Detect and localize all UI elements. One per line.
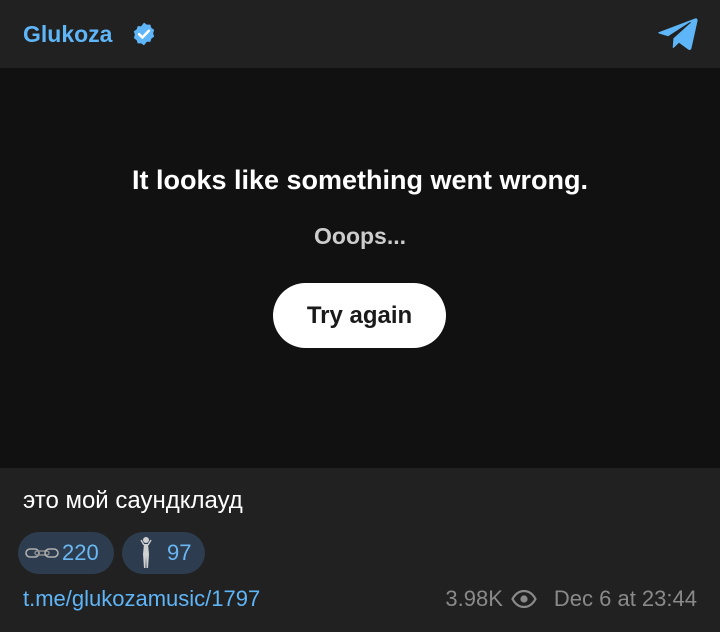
reaction-figure[interactable]: 97: [122, 532, 205, 574]
chain-emoji-icon: [25, 548, 59, 558]
eye-icon: [511, 590, 537, 608]
verified-badge-icon: [133, 22, 155, 46]
figure-emoji-icon: [140, 537, 152, 568]
post-header: Glukoza: [0, 0, 720, 68]
error-subtitle: Ooops...: [314, 223, 406, 249]
post-meta: 3.98K Dec 6 at 23:44: [445, 586, 697, 612]
embedded-player: [0, 68, 720, 468]
reaction-chain[interactable]: 220: [18, 532, 114, 574]
reaction-count: 220: [62, 540, 99, 565]
view-count: 3.98K: [445, 586, 503, 611]
error-title: It looks like something went wrong.: [131, 165, 589, 195]
channel-name[interactable]: Glukoza: [23, 20, 112, 48]
post-date: Dec 6 at 23:44: [553, 586, 697, 611]
post-link[interactable]: t.me/glukozamusic/1797: [23, 586, 260, 612]
reaction-count: 97: [167, 540, 192, 565]
telegram-plane-icon[interactable]: [656, 16, 698, 52]
post-caption: это мой саундклауд: [23, 487, 243, 514]
try-again-button[interactable]: Try again: [273, 283, 446, 348]
